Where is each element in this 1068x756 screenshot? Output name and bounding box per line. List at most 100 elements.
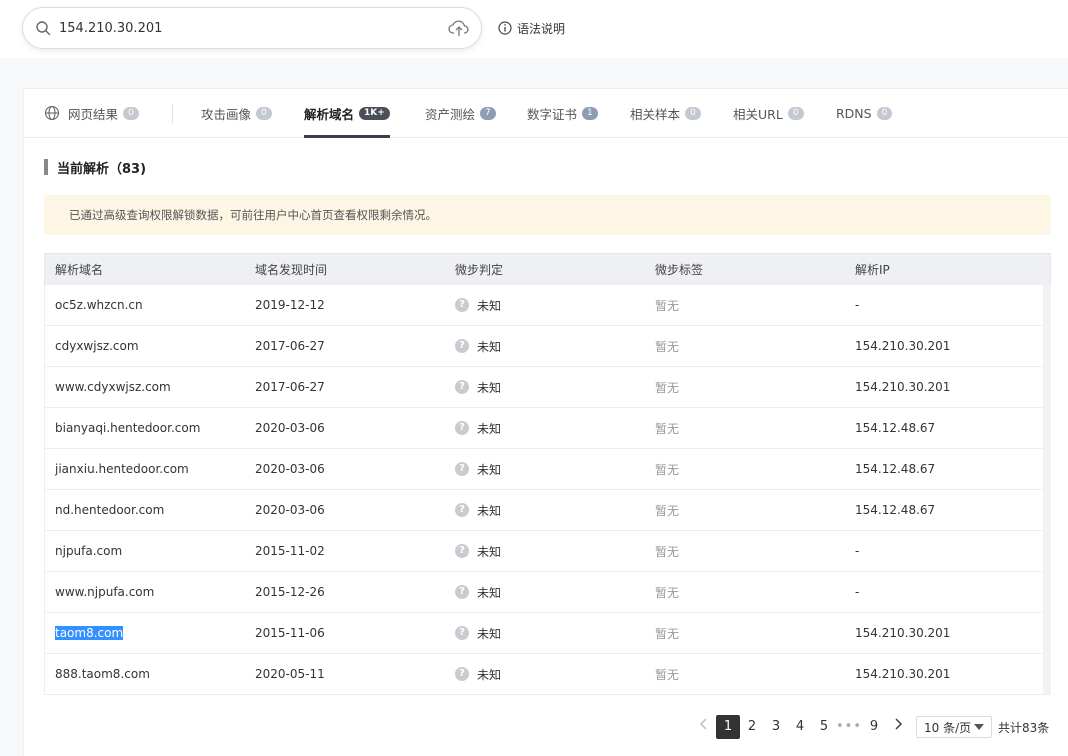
- question-icon: ?: [455, 503, 469, 517]
- tab-web-results[interactable]: 网页结果 0: [44, 89, 139, 137]
- verdict-text: 未知: [477, 503, 502, 518]
- ip-cell[interactable]: 154.210.30.201: [845, 339, 1035, 353]
- date-cell: 2015-12-26: [255, 585, 325, 599]
- tab-rdns[interactable]: RDNS 0: [836, 89, 893, 137]
- cloud-upload-icon[interactable]: [448, 18, 470, 38]
- next-page-button[interactable]: [886, 715, 910, 739]
- prev-page-button[interactable]: [692, 715, 716, 739]
- table-header: 解析域名 域名发现时间 微步判定 微步标签 解析IP: [44, 253, 1051, 285]
- ip-cell[interactable]: 154.210.30.201: [845, 667, 1035, 681]
- date-cell: 2015-11-02: [255, 544, 325, 558]
- question-icon: ?: [455, 585, 469, 599]
- page-button-1[interactable]: 1: [716, 715, 740, 739]
- date-cell: 2015-11-06: [255, 626, 325, 640]
- page-button-5[interactable]: 5: [812, 715, 836, 739]
- question-icon: ?: [455, 339, 469, 353]
- verdict-cell: ? 未知: [445, 420, 645, 437]
- tab-resolved-domains[interactable]: 解析域名 1K+: [304, 89, 390, 138]
- date-cell: 2020-05-11: [255, 667, 325, 681]
- tag-cell: 暂无: [655, 667, 680, 682]
- page-button-last[interactable]: 9: [862, 715, 886, 739]
- tab-related-urls[interactable]: 相关URL 0: [733, 89, 804, 137]
- domain-cell[interactable]: cdyxwjsz.com: [45, 339, 245, 353]
- column-header-date: 域名发现时间: [255, 263, 328, 277]
- column-header-domain: 解析域名: [55, 263, 104, 277]
- tab-certificates[interactable]: 数字证书 1: [527, 89, 598, 137]
- tab-asset-mapping[interactable]: 资产测绘 7: [425, 89, 496, 137]
- ip-cell[interactable]: 154.12.48.67: [845, 421, 1035, 435]
- section-title: 当前解析（83): [44, 159, 147, 177]
- section-title-text: 当前解析（83): [57, 161, 147, 177]
- notice-text: 已通过高级查询权限解锁数据，可前往用户中心首页查看权限剩余情况。: [69, 208, 437, 222]
- info-icon: [498, 21, 512, 35]
- table-row: taom8.com 2015-11-06 ? 未知 暂无 154.210.30.2…: [44, 613, 1051, 654]
- question-icon: ?: [455, 462, 469, 476]
- domain-cell[interactable]: www.njpufa.com: [45, 585, 245, 599]
- search-input[interactable]: [59, 18, 439, 38]
- selected-domain-text: taom8.com: [55, 626, 124, 640]
- tab-count-badge: 0: [256, 106, 272, 120]
- verdict-text: 未知: [477, 339, 502, 354]
- results-panel: 网页结果 0 攻击画像 0 解析域名 1K+ 资产测绘 7 数字证书 1 相关样…: [23, 88, 1068, 756]
- tag-cell: 暂无: [655, 503, 680, 518]
- tag-cell: 暂无: [655, 421, 680, 436]
- page-button-3[interactable]: 3: [764, 715, 788, 739]
- tag-cell: 暂无: [655, 380, 680, 395]
- verdict-text: 未知: [477, 585, 502, 600]
- page-button-2[interactable]: 2: [740, 715, 764, 739]
- tab-label: RDNS: [836, 105, 872, 121]
- date-cell: 2017-06-27: [255, 339, 325, 353]
- chevron-right-icon: [895, 718, 903, 730]
- page-size-select[interactable]: 10 条/页: [916, 716, 993, 738]
- date-cell: 2017-06-27: [255, 380, 325, 394]
- domain-cell[interactable]: jianxiu.hentedoor.com: [45, 462, 245, 476]
- domain-cell[interactable]: njpufa.com: [45, 544, 245, 558]
- tab-label: 解析域名: [304, 106, 355, 122]
- page-button-4[interactable]: 4: [788, 715, 812, 739]
- domain-cell[interactable]: bianyaqi.hentedoor.com: [45, 421, 245, 435]
- domain-cell[interactable]: taom8.com: [45, 626, 245, 640]
- tag-cell: 暂无: [655, 339, 680, 354]
- table-row: 888.taom8.com 2020-05-11 ? 未知 暂无 154.210.…: [44, 654, 1051, 695]
- syntax-help-link[interactable]: 语法说明: [498, 20, 565, 36]
- ip-cell[interactable]: 154.210.30.201: [845, 626, 1035, 640]
- verdict-text: 未知: [477, 298, 502, 313]
- question-icon: ?: [455, 421, 469, 435]
- table-scrollbar[interactable]: [1043, 284, 1051, 694]
- ip-cell[interactable]: 154.210.30.201: [845, 380, 1035, 394]
- table-row: cdyxwjsz.com 2017-06-27 ? 未知 暂无 154.210.3…: [44, 326, 1051, 367]
- ip-cell[interactable]: 154.12.48.67: [845, 462, 1035, 476]
- tab-label: 数字证书: [527, 106, 578, 122]
- date-cell: 2019-12-12: [255, 298, 325, 312]
- verdict-cell: ? 未知: [445, 297, 645, 314]
- table-row: oc5z.whzcn.cn 2019-12-12 ? 未知 暂无 -: [44, 285, 1051, 326]
- tab-label: 网页结果: [68, 106, 119, 122]
- verdict-cell: ? 未知: [445, 584, 645, 601]
- domain-cell[interactable]: nd.hentedoor.com: [45, 503, 245, 517]
- verdict-cell: ? 未知: [445, 338, 645, 355]
- tab-related-samples[interactable]: 相关样本 0: [630, 89, 701, 137]
- pagination: 1 2 3 4 5 ••• 9 10 条/页 共计83条: [692, 715, 1049, 739]
- syntax-help-label: 语法说明: [517, 21, 566, 36]
- search-box[interactable]: [22, 7, 482, 49]
- page-ellipsis[interactable]: •••: [836, 715, 862, 739]
- tab-label: 相关样本: [630, 106, 681, 122]
- verdict-text: 未知: [477, 462, 502, 477]
- tab-count-badge: 7: [480, 106, 496, 120]
- tab-label: 攻击画像: [201, 106, 252, 122]
- verdict-cell: ? 未知: [445, 379, 645, 396]
- ip-cell: -: [855, 585, 860, 599]
- page-size-value: 10 条/页: [924, 720, 972, 735]
- question-icon: ?: [455, 380, 469, 394]
- tab-attack-profile[interactable]: 攻击画像 0: [201, 89, 272, 137]
- tab-count-badge: 0: [123, 106, 139, 120]
- table-row: www.cdyxwjsz.com 2017-06-27 ? 未知 暂无 154.2…: [44, 367, 1051, 408]
- ip-cell[interactable]: 154.12.48.67: [845, 503, 1035, 517]
- table-row: njpufa.com 2015-11-02 ? 未知 暂无 -: [44, 531, 1051, 572]
- domain-cell[interactable]: www.cdyxwjsz.com: [45, 380, 245, 394]
- domain-cell[interactable]: oc5z.whzcn.cn: [45, 298, 245, 312]
- verdict-text: 未知: [477, 544, 502, 559]
- domain-cell[interactable]: 888.taom8.com: [45, 667, 245, 681]
- tag-cell: 暂无: [655, 585, 680, 600]
- tab-count-badge: 0: [787, 106, 804, 120]
